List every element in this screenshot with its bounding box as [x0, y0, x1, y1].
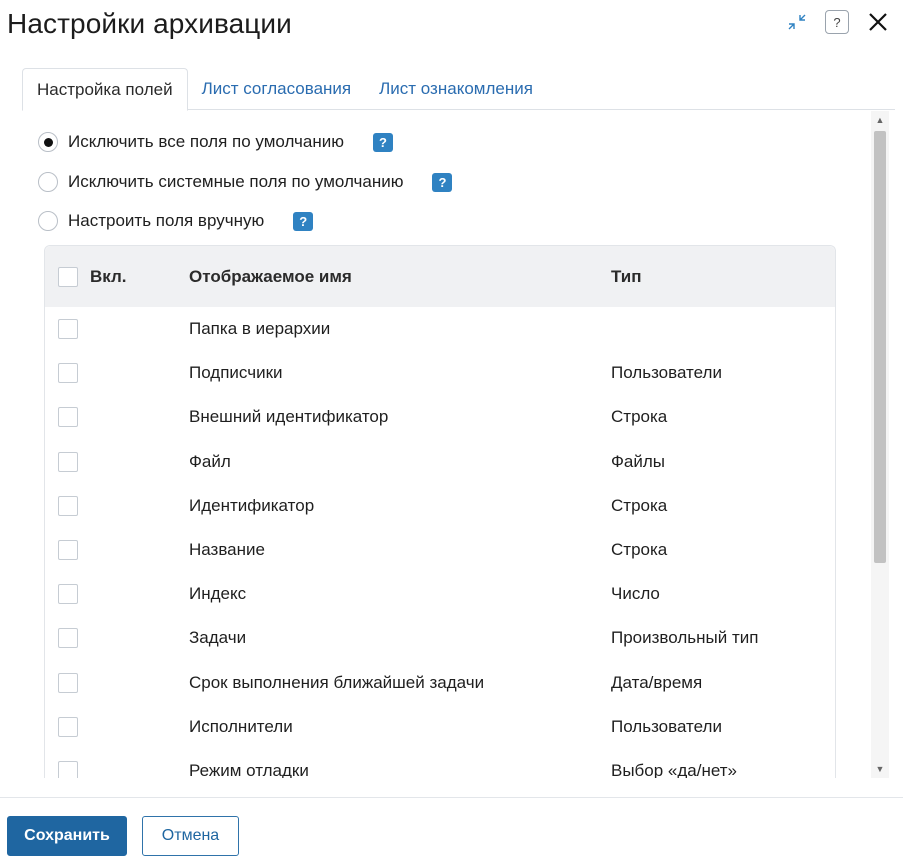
field-type: Произвольный тип	[611, 628, 759, 648]
tab-field-settings[interactable]: Настройка полей	[22, 68, 188, 111]
field-name: Файл	[189, 451, 231, 471]
field-name: Режим отладки	[189, 760, 309, 778]
column-header-enabled: Вкл.	[90, 266, 127, 286]
field-type: Строка	[611, 407, 668, 427]
field-type: Строка	[611, 495, 668, 515]
close-icon[interactable]	[867, 11, 889, 33]
title-tools: ?	[787, 10, 889, 34]
table-row: Папка в иерархии	[45, 307, 835, 351]
field-name: Исполнители	[189, 716, 293, 736]
row-checkbox[interactable]	[58, 451, 78, 472]
option-label: Исключить системные поля по умолчанию	[68, 172, 404, 191]
table-row: Индекс Число	[45, 572, 835, 616]
option-manual[interactable]: Настроить поля вручную ?	[38, 211, 314, 231]
field-type: Файлы	[611, 451, 666, 471]
row-enabled-cell	[45, 628, 189, 649]
row-enabled-cell	[45, 495, 189, 516]
tab-content: Исключить все поля по умолчанию ? Исключ…	[0, 111, 870, 778]
table-row: Исполнители Пользователи	[45, 705, 835, 749]
field-type: Дата/время	[611, 672, 703, 692]
row-checkbox[interactable]	[58, 672, 78, 693]
help-icon[interactable]: ?	[825, 10, 849, 34]
row-checkbox[interactable]	[58, 407, 78, 428]
header-enabled-cell: Вкл.	[45, 266, 189, 287]
row-enabled-cell	[45, 407, 189, 428]
row-checkbox[interactable]	[58, 319, 78, 340]
column-header-name[interactable]: Отображаемое имя	[189, 267, 611, 287]
field-type: Число	[611, 584, 660, 604]
scroll-down-icon[interactable]: ▼	[871, 760, 889, 778]
table-row: Срок выполнения ближайшей задачи Дата/вре…	[45, 661, 835, 705]
scrollbar[interactable]: ▲ ▼	[871, 111, 889, 778]
row-enabled-cell	[45, 672, 189, 693]
field-name: Название	[189, 540, 265, 560]
row-enabled-cell	[45, 760, 189, 778]
field-type: Пользователи	[611, 716, 722, 736]
select-all-checkbox[interactable]	[58, 266, 78, 287]
column-header-type[interactable]: Тип	[611, 267, 835, 287]
field-name: Срок выполнения ближайшей задачи	[189, 672, 485, 692]
row-checkbox[interactable]	[58, 495, 78, 516]
save-button[interactable]: Сохранить	[7, 816, 127, 856]
radio-manual[interactable]	[38, 211, 58, 231]
cancel-button[interactable]: Отмена	[142, 816, 239, 856]
tab-acquaintance-sheet[interactable]: Лист ознакомления	[365, 68, 547, 110]
field-type: Строка	[611, 540, 668, 560]
table-row: Подписчики Пользователи	[45, 351, 835, 395]
tab-approval-sheet[interactable]: Лист согласования	[188, 68, 366, 110]
option-label: Исключить все поля по умолчанию	[68, 132, 344, 151]
field-name: Папка в иерархии	[189, 319, 331, 339]
field-type: Пользователи	[611, 363, 722, 383]
table-row: Режим отладки Выбор «да/нет»	[45, 749, 835, 778]
row-enabled-cell	[45, 540, 189, 561]
row-enabled-cell	[45, 584, 189, 605]
row-checkbox[interactable]	[58, 628, 78, 649]
field-type: Выбор «да/нет»	[611, 760, 737, 778]
field-name: Идентификатор	[189, 495, 315, 515]
table-row: Файл Файлы	[45, 440, 835, 484]
row-checkbox[interactable]	[58, 760, 78, 778]
field-name: Индекс	[189, 584, 247, 604]
row-checkbox[interactable]	[58, 363, 78, 384]
table-header: Вкл. Отображаемое имя Тип	[45, 246, 835, 307]
radio-exclude-all[interactable]	[38, 132, 58, 152]
row-enabled-cell	[45, 451, 189, 472]
collapse-icon[interactable]	[787, 12, 807, 32]
table-row: Идентификатор Строка	[45, 484, 835, 528]
help-badge-icon[interactable]: ?	[432, 172, 453, 192]
field-name: Внешний идентификатор	[189, 407, 389, 427]
row-enabled-cell	[45, 716, 189, 737]
scroll-up-icon[interactable]: ▲	[871, 111, 889, 129]
option-exclude-system[interactable]: Исключить системные поля по умолчанию ?	[38, 172, 453, 192]
dialog-footer: Сохранить Отмена	[0, 797, 903, 863]
row-checkbox[interactable]	[58, 716, 78, 737]
option-exclude-all[interactable]: Исключить все поля по умолчанию ?	[38, 132, 393, 152]
help-badge-icon[interactable]: ?	[372, 132, 393, 152]
table-body: Папка в иерархии Подписчики Пользователи Вн…	[45, 307, 835, 778]
row-enabled-cell	[45, 319, 189, 340]
table-row: Внешний идентификатор Строка	[45, 395, 835, 439]
scrollbar-thumb[interactable]	[874, 131, 886, 563]
help-badge-icon[interactable]: ?	[293, 211, 314, 231]
field-name: Задачи	[189, 628, 247, 648]
tab-bar: Настройка полей Лист согласования Лист о…	[22, 68, 895, 111]
table-row: Название Строка	[45, 528, 835, 572]
option-label: Настроить поля вручную	[68, 211, 265, 230]
table-row: Задачи Произвольный тип	[45, 616, 835, 660]
row-checkbox[interactable]	[58, 584, 78, 605]
row-checkbox[interactable]	[58, 540, 78, 561]
field-name: Подписчики	[189, 363, 283, 383]
dialog-title: Настройки архивации	[7, 8, 292, 39]
fields-table: Вкл. Отображаемое имя Тип Папка в иерарх…	[44, 245, 836, 778]
row-enabled-cell	[45, 363, 189, 384]
radio-exclude-system[interactable]	[38, 172, 58, 192]
